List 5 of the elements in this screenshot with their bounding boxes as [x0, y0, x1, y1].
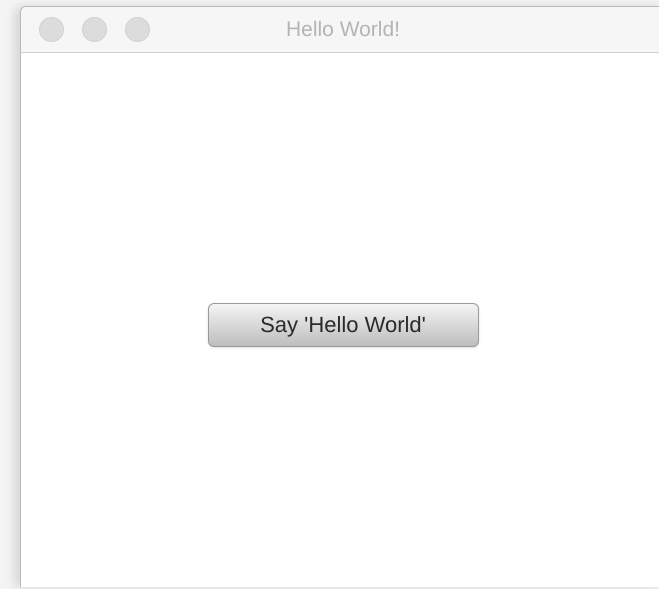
window-title: Hello World! — [286, 16, 400, 43]
zoom-button[interactable] — [125, 17, 150, 42]
minimize-button[interactable] — [82, 17, 107, 42]
say-hello-button[interactable]: Say 'Hello World' — [208, 302, 478, 346]
close-button[interactable] — [39, 17, 64, 42]
